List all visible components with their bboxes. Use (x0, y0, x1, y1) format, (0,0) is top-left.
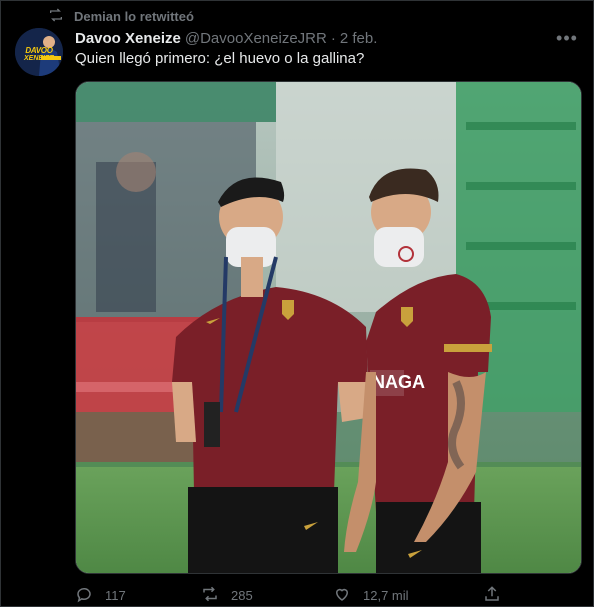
reply-icon[interactable] (75, 585, 93, 606)
share-icon[interactable] (483, 585, 501, 606)
like-action[interactable]: 12,7 mil (333, 585, 483, 606)
more-options-icon[interactable]: ••• (556, 28, 577, 48)
tweet-actions: 117 285 12,7 mil (75, 584, 505, 606)
retweet-label[interactable]: Demian lo retwitteó (74, 9, 194, 24)
like-count: 12,7 mil (363, 587, 409, 603)
retweet-count: 285 (231, 587, 253, 603)
user-handle[interactable]: @DavooXeneizeJRR (185, 30, 327, 47)
display-name[interactable]: Davoo Xeneize (75, 30, 181, 47)
retweet-button-icon[interactable] (201, 585, 219, 606)
tweet-photo[interactable]: NAGA (75, 81, 582, 574)
retweet-icon (48, 7, 64, 26)
tweet-card[interactable]: Demian lo retwitteó DAVOO XENEIZE Davoo … (0, 0, 594, 607)
share-action[interactable] (483, 585, 501, 606)
separator-dot: · (330, 29, 336, 47)
avatar-subtext: XENEIZE (24, 55, 54, 62)
tweet-header: Davoo Xeneize @DavooXeneizeJRR · 2 feb. (75, 28, 377, 48)
tweet-text: Quien llegó primero: ¿el huevo o la gall… (75, 50, 365, 67)
avatar-text: DAVOO (25, 46, 53, 55)
avatar[interactable]: DAVOO XENEIZE (15, 28, 63, 76)
retweet-context: Demian lo retwitteó (48, 7, 194, 25)
reply-action[interactable]: 117 (75, 585, 201, 606)
reply-count: 117 (105, 587, 126, 603)
jersey-sponsor: NAGA (372, 372, 425, 392)
retweet-action[interactable]: 285 (201, 585, 333, 606)
tweet-date[interactable]: 2 feb. (340, 30, 378, 47)
heart-icon[interactable] (333, 585, 351, 606)
